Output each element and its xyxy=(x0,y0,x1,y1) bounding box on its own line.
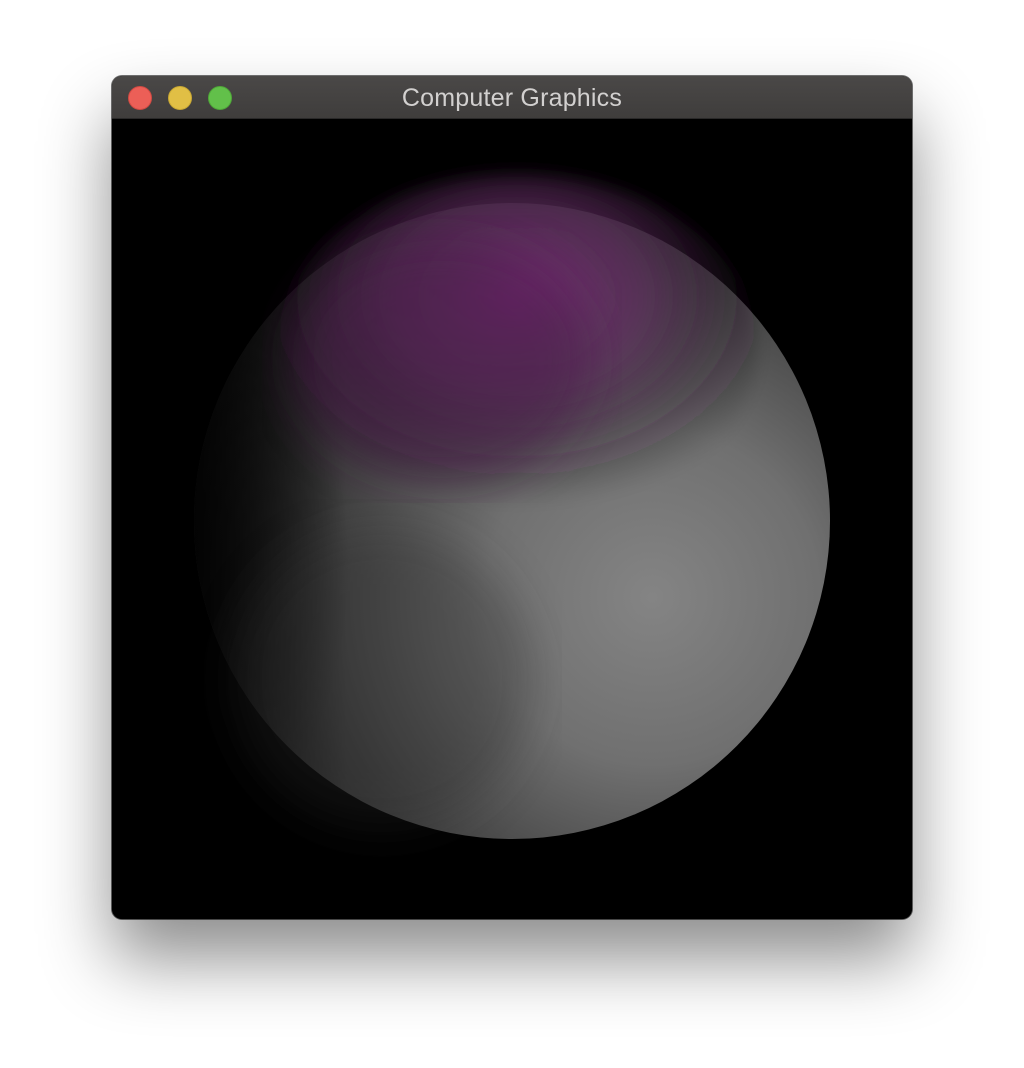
window-title: Computer Graphics xyxy=(401,84,623,112)
desktop: Computer Graphics xyxy=(0,0,1024,1068)
sphere-lower-left-shading xyxy=(232,529,532,829)
app-window: Computer Graphics xyxy=(112,76,912,919)
render-canvas[interactable] xyxy=(112,119,912,919)
purple-glow-outer xyxy=(292,239,592,479)
rendered-sphere-scene xyxy=(194,174,830,839)
title-bar[interactable]: Computer Graphics xyxy=(112,76,912,119)
